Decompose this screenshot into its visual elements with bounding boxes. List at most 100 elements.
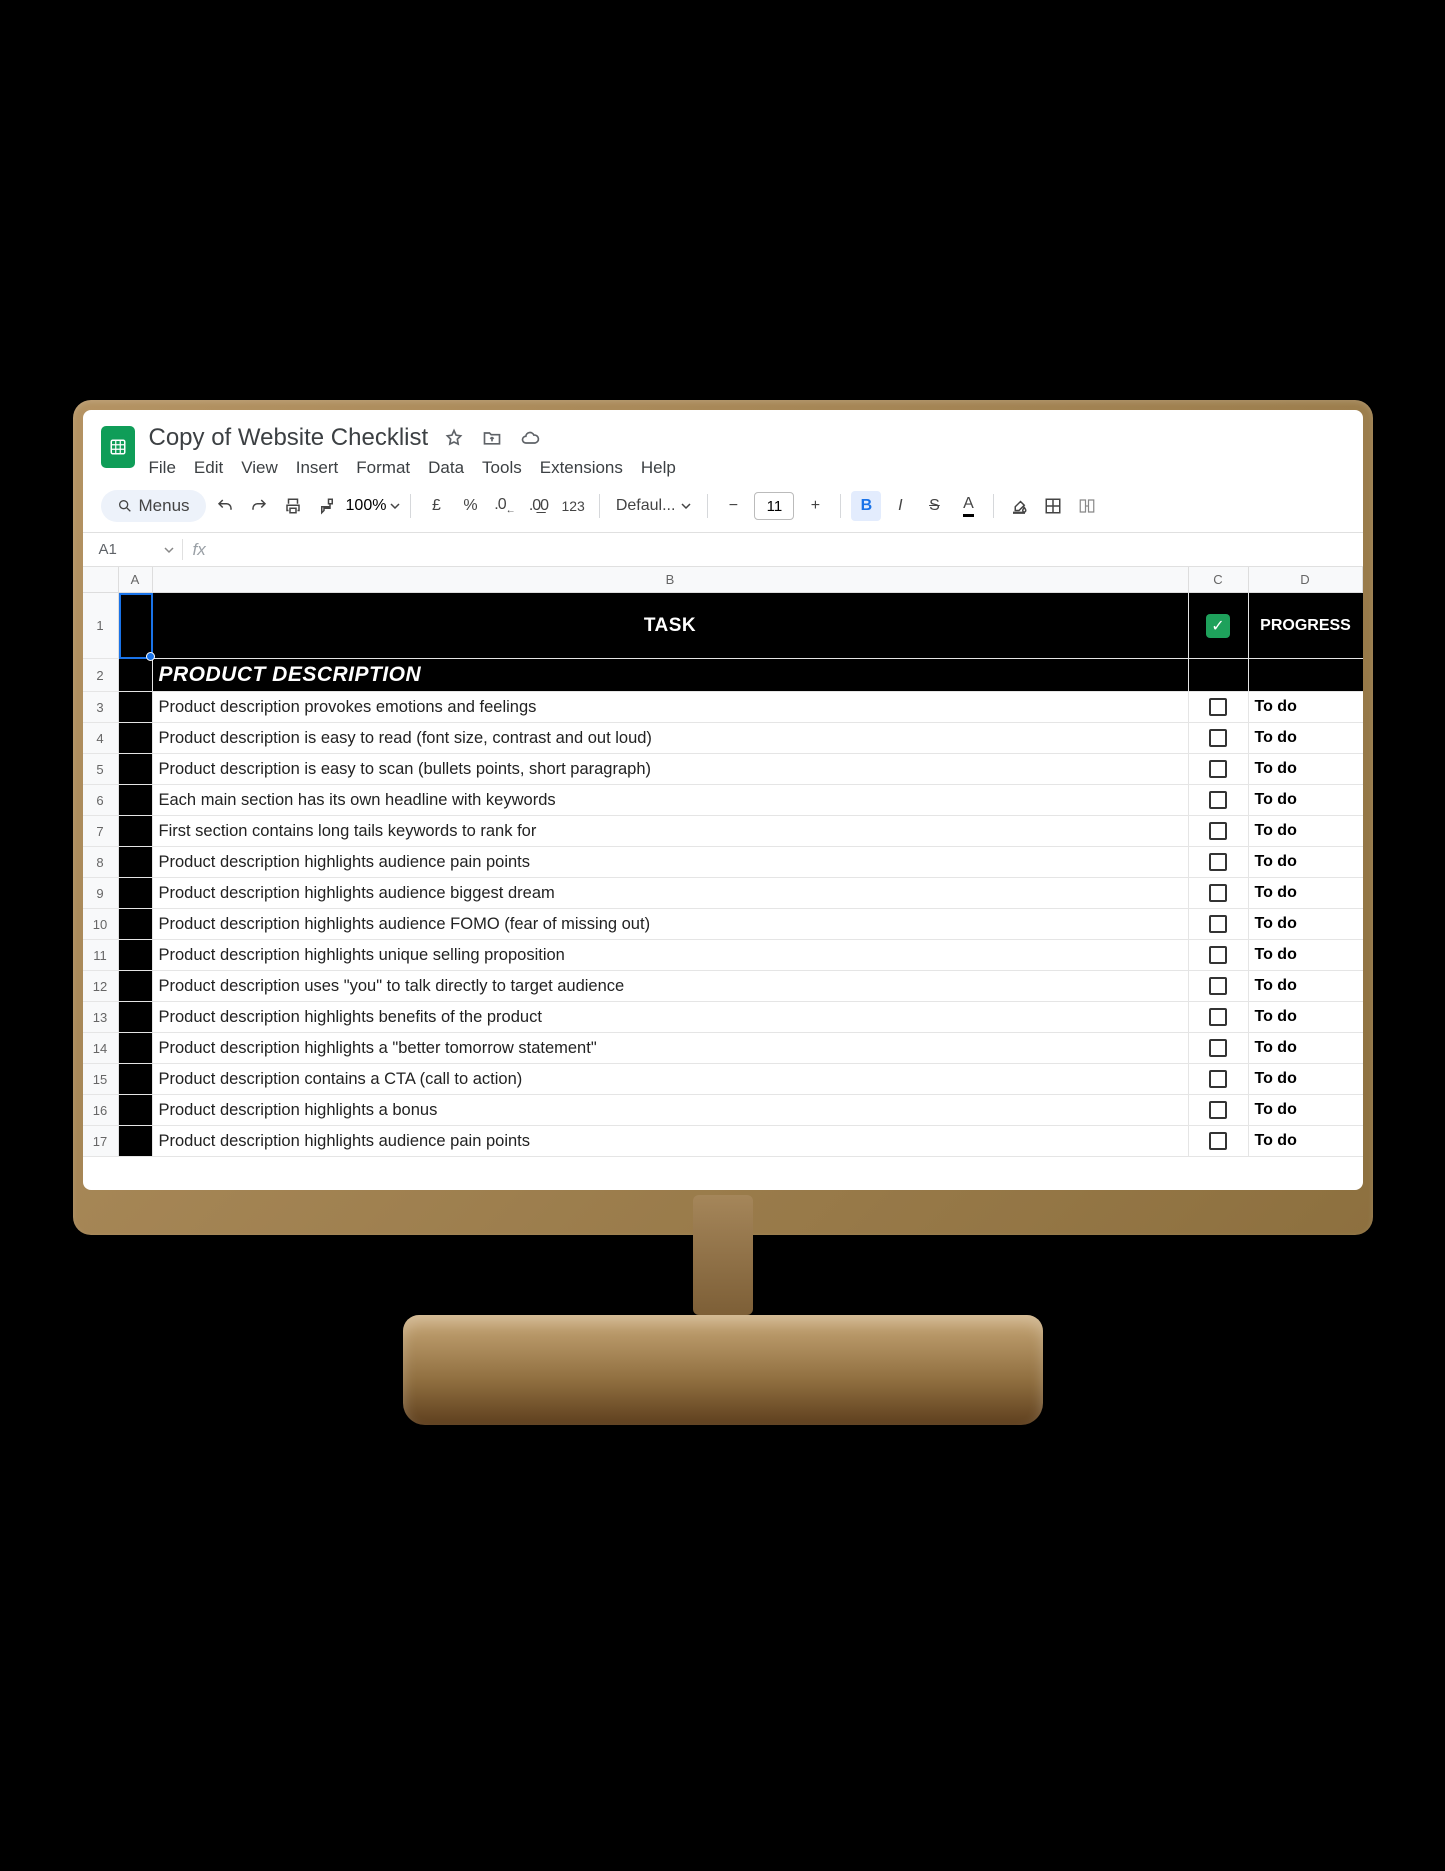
row-header[interactable]: 15 <box>83 1064 119 1094</box>
checkbox-icon[interactable] <box>1209 1008 1227 1026</box>
star-icon[interactable] <box>442 426 466 450</box>
cell[interactable] <box>119 692 153 722</box>
section-title[interactable]: PRODUCT DESCRIPTION <box>153 659 1189 691</box>
checkbox-cell[interactable] <box>1189 1126 1249 1156</box>
menu-tools[interactable]: Tools <box>482 458 522 478</box>
row-header[interactable]: 3 <box>83 692 119 722</box>
checkbox-icon[interactable] <box>1209 1132 1227 1150</box>
borders-button[interactable] <box>1038 491 1068 521</box>
progress-cell[interactable]: To do <box>1249 878 1363 908</box>
decrease-decimal-button[interactable]: .0← <box>489 491 519 521</box>
menu-view[interactable]: View <box>241 458 278 478</box>
progress-cell[interactable]: To do <box>1249 1033 1363 1063</box>
progress-cell[interactable]: To do <box>1249 1095 1363 1125</box>
task-cell[interactable]: Product description uses "you" to talk d… <box>153 971 1189 1001</box>
zoom-select[interactable]: 100% <box>346 497 401 515</box>
merge-cells-button[interactable] <box>1072 491 1102 521</box>
checkbox-cell[interactable] <box>1189 1064 1249 1094</box>
row-header[interactable]: 16 <box>83 1095 119 1125</box>
currency-button[interactable]: £ <box>421 491 451 521</box>
more-formats-button[interactable]: 123 <box>557 491 588 521</box>
row-header[interactable]: 1 <box>83 593 119 658</box>
cell[interactable] <box>119 1002 153 1032</box>
cell[interactable] <box>119 659 153 691</box>
percent-button[interactable]: % <box>455 491 485 521</box>
progress-cell[interactable]: To do <box>1249 785 1363 815</box>
sheets-logo-icon[interactable] <box>101 426 135 468</box>
menus-search[interactable]: Menus <box>101 490 206 522</box>
task-cell[interactable]: Product description highlights a "better… <box>153 1033 1189 1063</box>
task-cell[interactable]: Product description highlights audience … <box>153 1126 1189 1156</box>
checkbox-icon[interactable] <box>1209 729 1227 747</box>
move-folder-icon[interactable] <box>480 426 504 450</box>
cell[interactable] <box>119 940 153 970</box>
progress-cell[interactable]: To do <box>1249 1126 1363 1156</box>
progress-cell[interactable]: To do <box>1249 1002 1363 1032</box>
checkbox-cell[interactable] <box>1189 1033 1249 1063</box>
task-cell[interactable]: Product description highlights benefits … <box>153 1002 1189 1032</box>
redo-button[interactable] <box>244 491 274 521</box>
cell[interactable] <box>119 878 153 908</box>
row-header[interactable]: 13 <box>83 1002 119 1032</box>
name-box[interactable]: A1 <box>89 539 183 560</box>
checkbox-cell[interactable] <box>1189 971 1249 1001</box>
task-cell[interactable]: Product description is easy to read (fon… <box>153 723 1189 753</box>
checkbox-cell[interactable] <box>1189 940 1249 970</box>
checkbox-icon[interactable] <box>1209 915 1227 933</box>
checkbox-cell[interactable] <box>1189 847 1249 877</box>
checkbox-cell[interactable] <box>1189 692 1249 722</box>
task-cell[interactable]: Product description highlights unique se… <box>153 940 1189 970</box>
checkbox-icon[interactable] <box>1209 1101 1227 1119</box>
task-cell[interactable]: Each main section has its own headline w… <box>153 785 1189 815</box>
menu-edit[interactable]: Edit <box>194 458 223 478</box>
checkbox-icon[interactable] <box>1209 946 1227 964</box>
checkbox-icon[interactable] <box>1209 698 1227 716</box>
row-header[interactable]: 9 <box>83 878 119 908</box>
row-header[interactable]: 14 <box>83 1033 119 1063</box>
cell[interactable] <box>119 593 153 658</box>
checkbox-icon[interactable] <box>1209 1070 1227 1088</box>
progress-cell[interactable]: To do <box>1249 909 1363 939</box>
progress-cell[interactable]: To do <box>1249 723 1363 753</box>
progress-cell[interactable]: To do <box>1249 816 1363 846</box>
checkbox-cell[interactable] <box>1189 878 1249 908</box>
document-title[interactable]: Copy of Website Checklist <box>149 424 429 452</box>
menu-data[interactable]: Data <box>428 458 464 478</box>
row-header[interactable]: 10 <box>83 909 119 939</box>
cell[interactable] <box>119 1064 153 1094</box>
bold-button[interactable]: B <box>851 491 881 521</box>
menu-extensions[interactable]: Extensions <box>540 458 623 478</box>
col-header-d[interactable]: D <box>1249 567 1363 592</box>
cell[interactable] <box>119 909 153 939</box>
task-cell[interactable]: Product description provokes emotions an… <box>153 692 1189 722</box>
checkbox-icon[interactable] <box>1209 1039 1227 1057</box>
paint-format-button[interactable] <box>312 491 342 521</box>
cloud-status-icon[interactable] <box>518 426 542 450</box>
task-cell[interactable]: Product description contains a CTA (call… <box>153 1064 1189 1094</box>
menu-help[interactable]: Help <box>641 458 676 478</box>
row-header[interactable]: 5 <box>83 754 119 784</box>
checkbox-icon[interactable] <box>1209 822 1227 840</box>
task-cell[interactable]: Product description highlights audience … <box>153 847 1189 877</box>
checkbox-icon[interactable] <box>1209 791 1227 809</box>
check-column-header[interactable]: ✓ <box>1189 593 1249 658</box>
checkbox-cell[interactable] <box>1189 816 1249 846</box>
checkbox-cell[interactable] <box>1189 754 1249 784</box>
row-header[interactable]: 11 <box>83 940 119 970</box>
row-header[interactable]: 6 <box>83 785 119 815</box>
progress-column-header[interactable]: PROGRESS <box>1249 593 1363 658</box>
row-header[interactable]: 2 <box>83 659 119 691</box>
progress-cell[interactable]: To do <box>1249 847 1363 877</box>
strikethrough-button[interactable]: S <box>919 491 949 521</box>
font-select[interactable]: Defaul... <box>610 497 698 515</box>
checkbox-cell[interactable] <box>1189 909 1249 939</box>
row-header[interactable]: 4 <box>83 723 119 753</box>
menu-insert[interactable]: Insert <box>296 458 339 478</box>
col-header-a[interactable]: A <box>119 567 153 592</box>
cell[interactable] <box>119 785 153 815</box>
row-header[interactable]: 12 <box>83 971 119 1001</box>
cell[interactable] <box>119 754 153 784</box>
text-color-button[interactable]: A <box>953 491 983 521</box>
checkbox-icon[interactable] <box>1209 853 1227 871</box>
cell[interactable] <box>119 971 153 1001</box>
